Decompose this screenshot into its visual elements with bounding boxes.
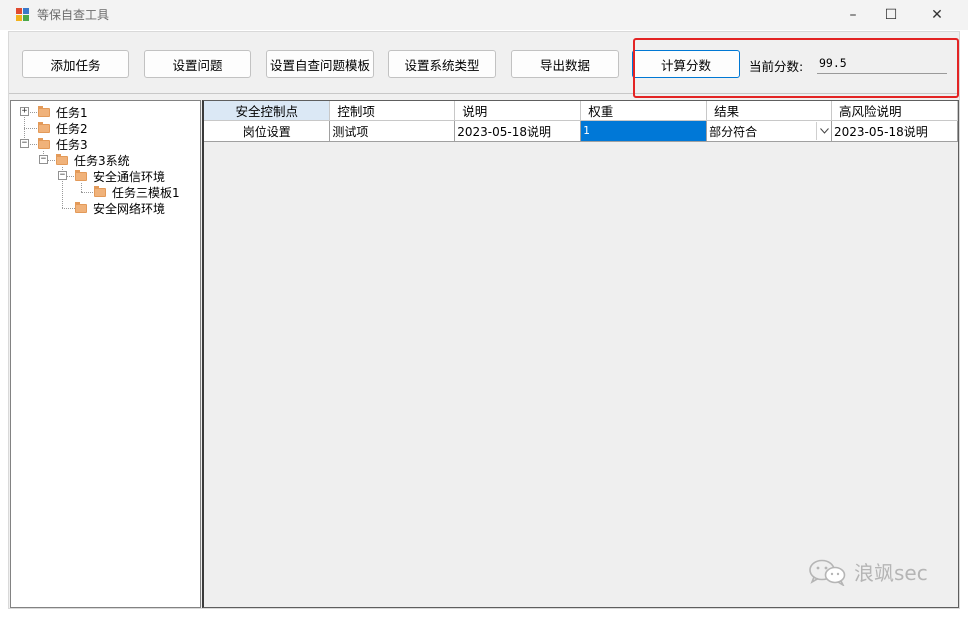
tree-node-task1[interactable]: 任务1 (38, 104, 88, 120)
close-button[interactable]: ✕ (914, 0, 960, 30)
grid-header-row: 安全控制点 控制项 说明 权重 结果 高风险说明 (204, 101, 958, 121)
task-tree[interactable]: + 任务1 任务2 − 任务3 − 任务3系统 − 安全通信环境 任务三模板1 (10, 100, 201, 608)
export-data-button[interactable]: 导出数据 (511, 50, 619, 78)
data-grid[interactable]: 安全控制点 控制项 说明 权重 结果 高风险说明 岗位设置 测试项 2023-0… (202, 100, 959, 608)
tree-node-label: 安全网络环境 (93, 201, 166, 216)
folder-icon (38, 137, 50, 149)
score-label: 当前分数: (749, 59, 804, 74)
set-question-button[interactable]: 设置问题 (144, 50, 251, 78)
cell-control-point[interactable]: 岗位设置 (204, 120, 331, 142)
collapse-icon[interactable]: − (20, 139, 29, 148)
column-header-high-risk[interactable]: 高风险说明 (831, 101, 958, 121)
cell-weight[interactable]: 1 (580, 120, 708, 142)
column-header-control-point[interactable]: 安全控制点 (204, 101, 331, 121)
tree-node-label: 任务3 (56, 137, 88, 152)
wechat-icon (808, 558, 848, 587)
collapse-icon[interactable]: − (39, 155, 48, 164)
add-task-button[interactable]: 添加任务 (22, 50, 129, 78)
watermark-text: 浪飒sec (854, 561, 928, 585)
tree-node-task2[interactable]: 任务2 (38, 120, 88, 136)
folder-icon (38, 105, 50, 117)
cell-high-risk-description[interactable]: 2023-05-18说明 (831, 120, 958, 142)
cell-result-dropdown[interactable]: 部分符合 (706, 120, 832, 142)
folder-icon (75, 201, 87, 213)
tree-node-label: 任务2 (56, 121, 88, 136)
tree-node-task3[interactable]: 任务3 (38, 136, 88, 152)
chevron-down-icon[interactable] (816, 122, 831, 140)
column-header-weight[interactable]: 权重 (580, 101, 708, 121)
app-icon (16, 8, 30, 22)
set-system-type-button[interactable]: 设置系统类型 (388, 50, 496, 78)
folder-icon (75, 169, 87, 181)
folder-icon (94, 185, 106, 197)
cell-control-item[interactable]: 测试项 (329, 120, 456, 142)
tree-node-secure-communication[interactable]: 安全通信环境 (75, 168, 165, 184)
calculate-score-button[interactable]: 计算分数 (632, 50, 740, 78)
set-template-button[interactable]: 设置自查问题模板 (266, 50, 374, 78)
tree-node-task3-system[interactable]: 任务3系统 (56, 152, 130, 168)
tree-node-template1[interactable]: 任务三模板1 (94, 184, 180, 200)
expand-icon[interactable]: + (20, 107, 29, 116)
main-window: 添加任务 设置问题 设置自查问题模板 设置系统类型 导出数据 计算分数 当前分数… (8, 31, 960, 609)
tree-node-label: 任务3系统 (74, 153, 130, 168)
tree-node-label: 安全通信环境 (93, 169, 166, 184)
maximize-button[interactable]: ☐ (868, 0, 914, 30)
grid-table: 安全控制点 控制项 说明 权重 结果 高风险说明 岗位设置 测试项 2023-0… (204, 101, 958, 142)
column-header-description[interactable]: 说明 (454, 101, 582, 121)
column-header-control-item[interactable]: 控制项 (329, 101, 456, 121)
title-bar: 等保自查工具 – ☐ ✕ (0, 0, 968, 30)
tree-node-label: 任务1 (56, 105, 88, 120)
column-header-result[interactable]: 结果 (706, 101, 832, 121)
result-value: 部分符合 (709, 124, 758, 139)
folder-icon (38, 121, 50, 133)
score-field: 99.5 (817, 52, 947, 74)
cell-description[interactable]: 2023-05-18说明 (454, 120, 582, 142)
tree-node-secure-network[interactable]: 安全网络环境 (75, 200, 165, 216)
folder-icon (56, 153, 68, 165)
collapse-icon[interactable]: − (58, 171, 67, 180)
toolbar: 添加任务 设置问题 设置自查问题模板 设置系统类型 导出数据 计算分数 当前分数… (9, 32, 959, 98)
window-title: 等保自查工具 (37, 8, 110, 22)
tree-node-label: 任务三模板1 (112, 185, 180, 200)
table-row[interactable]: 岗位设置 测试项 2023-05-18说明 1 部分符合 2023-05-18说… (204, 120, 958, 142)
watermark: 浪飒sec (808, 557, 928, 587)
